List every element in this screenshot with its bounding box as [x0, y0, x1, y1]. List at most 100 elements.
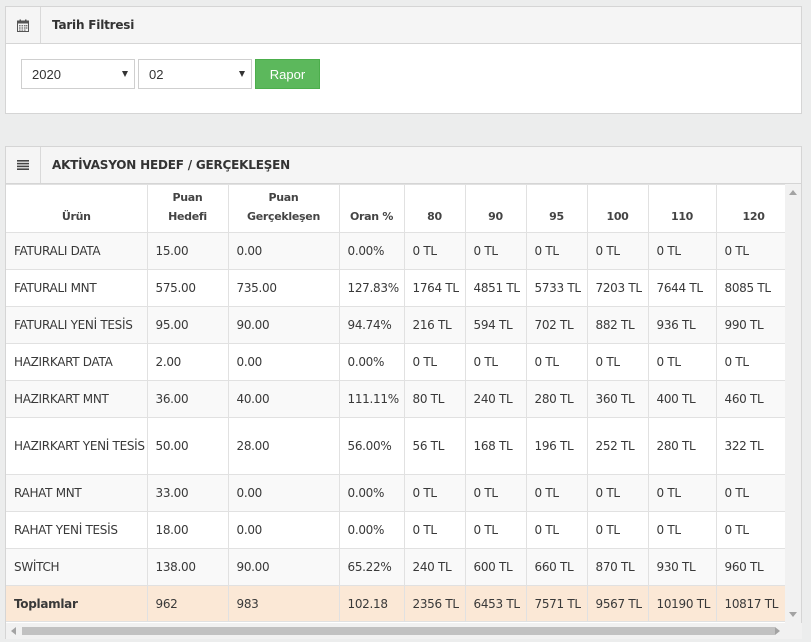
table-row: SWİTCH 138.00 90.00 65.22% 240 TL 600 TL 660 T…: [6, 548, 786, 586]
table-cell-oran: 0.00%: [338, 511, 405, 549]
table-cell-c90: 594 TL: [464, 306, 527, 344]
table-cell-c110: 400 TL: [647, 380, 717, 418]
activation-report-title: AKTİVASYON HEDEF / GERÇEKLEŞEN: [52, 158, 290, 172]
table-cell-oran: 0.00%: [338, 232, 405, 270]
totals-90: 6453 TL: [464, 585, 527, 622]
column-header-80[interactable]: 80: [403, 184, 466, 233]
table-cell-c100: 252 TL: [586, 417, 649, 475]
table-cell-c95: 0 TL: [525, 232, 588, 270]
month-select[interactable]: 02: [138, 59, 252, 89]
table-cell-c90: 0 TL: [464, 474, 527, 512]
table-cell-oran: 0.00%: [338, 343, 405, 381]
horizontal-scrollbar[interactable]: [6, 623, 802, 639]
table-cell-c80: 0 TL: [403, 474, 466, 512]
report-table-scroll-area[interactable]: Ürün Puan Hedefi Puan Gerçekleşen Oran %…: [6, 184, 786, 623]
table-cell-hedef: 50.00: [146, 417, 229, 475]
table-cell-c100: 882 TL: [586, 306, 649, 344]
scroll-down-icon[interactable]: [789, 612, 797, 617]
table-cell-hedef: 575.00: [146, 269, 229, 307]
table-cell-urun: FATURALI MNT: [6, 269, 148, 307]
table-cell-gerceklesen: 90.00: [227, 548, 340, 586]
table-cell-c110: 7644 TL: [647, 269, 717, 307]
table-cell-c95: 660 TL: [525, 548, 588, 586]
table-cell-oran: 127.83%: [338, 269, 405, 307]
scroll-right-icon[interactable]: [775, 627, 780, 635]
scroll-up-icon[interactable]: [789, 190, 797, 195]
column-header-oran[interactable]: Oran %: [338, 184, 405, 233]
table-cell-c110: 0 TL: [647, 343, 717, 381]
column-header-110[interactable]: 110: [647, 184, 717, 233]
column-header-100[interactable]: 100: [586, 184, 649, 233]
table-cell-c120: 960 TL: [715, 548, 786, 586]
table-cell-hedef: 95.00: [146, 306, 229, 344]
table-cell-c100: 0 TL: [586, 474, 649, 512]
table-cell-c80: 0 TL: [403, 343, 466, 381]
column-header-urun[interactable]: Ürün: [6, 184, 148, 233]
table-cell-c120: 0 TL: [715, 343, 786, 381]
table-cell-c120: 322 TL: [715, 417, 786, 475]
vertical-scrollbar[interactable]: [785, 184, 801, 623]
table-cell-c90: 168 TL: [464, 417, 527, 475]
table-cell-oran: 111.11%: [338, 380, 405, 418]
table-cell-oran: 65.22%: [338, 548, 405, 586]
table-cell-c100: 0 TL: [586, 343, 649, 381]
table-cell-c120: 460 TL: [715, 380, 786, 418]
horizontal-scrollbar-thumb[interactable]: [22, 627, 775, 635]
table-row: HAZIRKART DATA 2.00 0.00 0.00% 0 TL 0 TL 0 TL 0…: [6, 343, 786, 381]
table-cell-c80: 56 TL: [403, 417, 466, 475]
calendar-icon: [6, 7, 41, 43]
totals-95: 7571 TL: [525, 585, 588, 622]
table-cell-c90: 4851 TL: [464, 269, 527, 307]
column-header-puan-gerceklesen[interactable]: Puan Gerçekleşen: [227, 184, 340, 233]
table-row: RAHAT YENİ TESİS 18.00 0.00 0.00% 0 TL 0 TL 0 …: [6, 511, 786, 549]
table-cell-c110: 280 TL: [647, 417, 717, 475]
table-cell-hedef: 18.00: [146, 511, 229, 549]
scroll-left-icon[interactable]: [11, 627, 16, 635]
table-cell-c95: 702 TL: [525, 306, 588, 344]
table-cell-gerceklesen: 0.00: [227, 343, 340, 381]
table-cell-c95: 0 TL: [525, 511, 588, 549]
table-cell-c80: 1764 TL: [403, 269, 466, 307]
column-header-120[interactable]: 120: [715, 184, 786, 233]
table-cell-c80: 80 TL: [403, 380, 466, 418]
table-cell-c80: 0 TL: [403, 511, 466, 549]
table-row: FATURALI MNT 575.00 735.00 127.83% 1764 TL 48…: [6, 269, 786, 307]
table-cell-c120: 990 TL: [715, 306, 786, 344]
table-cell-gerceklesen: 735.00: [227, 269, 340, 307]
table-cell-c80: 216 TL: [403, 306, 466, 344]
table-cell-oran: 56.00%: [338, 417, 405, 475]
table-cell-urun: SWİTCH: [6, 548, 148, 586]
table-row: FATURALI DATA 15.00 0.00 0.00% 0 TL 0 TL 0 TL 0…: [6, 232, 786, 270]
table-cell-urun: HAZIRKART MNT: [6, 380, 148, 418]
totals-row: Toplamlar 962 983 102.18 2356 TL 6453 TL…: [6, 585, 786, 622]
table-cell-c120: 0 TL: [715, 511, 786, 549]
totals-120: 10817 TL: [715, 585, 786, 622]
table-cell-c100: 7203 TL: [586, 269, 649, 307]
table-cell-hedef: 36.00: [146, 380, 229, 418]
column-header-90[interactable]: 90: [464, 184, 527, 233]
column-header-95[interactable]: 95: [525, 184, 588, 233]
table-cell-c120: 8085 TL: [715, 269, 786, 307]
table-cell-c110: 0 TL: [647, 511, 717, 549]
activation-report-header: AKTİVASYON HEDEF / GERÇEKLEŞEN: [6, 147, 801, 184]
table-cell-c110: 0 TL: [647, 474, 717, 512]
report-button[interactable]: Rapor: [255, 59, 320, 89]
column-header-puan-hedefi-line2: Hedefi: [168, 210, 207, 223]
totals-80: 2356 TL: [403, 585, 466, 622]
date-filter-title: Tarih Filtresi: [52, 18, 135, 32]
table-cell-oran: 0.00%: [338, 474, 405, 512]
table-row: RAHAT MNT 33.00 0.00 0.00% 0 TL 0 TL 0 TL 0 TL 0…: [6, 474, 786, 512]
year-select[interactable]: 2020: [21, 59, 135, 89]
table-cell-c95: 0 TL: [525, 343, 588, 381]
column-header-puan-hedefi[interactable]: Puan Hedefi: [146, 184, 229, 233]
date-filter-header: Tarih Filtresi: [6, 7, 801, 44]
table-cell-c95: 280 TL: [525, 380, 588, 418]
table-cell-urun: FATURALI DATA: [6, 232, 148, 270]
date-filter-body: 2020 02 Rapor: [6, 44, 801, 114]
table-cell-c90: 240 TL: [464, 380, 527, 418]
table-cell-c120: 0 TL: [715, 474, 786, 512]
table-cell-c90: 0 TL: [464, 232, 527, 270]
table-cell-gerceklesen: 0.00: [227, 474, 340, 512]
table-cell-urun: HAZIRKART DATA: [6, 343, 148, 381]
totals-100: 9567 TL: [586, 585, 649, 622]
